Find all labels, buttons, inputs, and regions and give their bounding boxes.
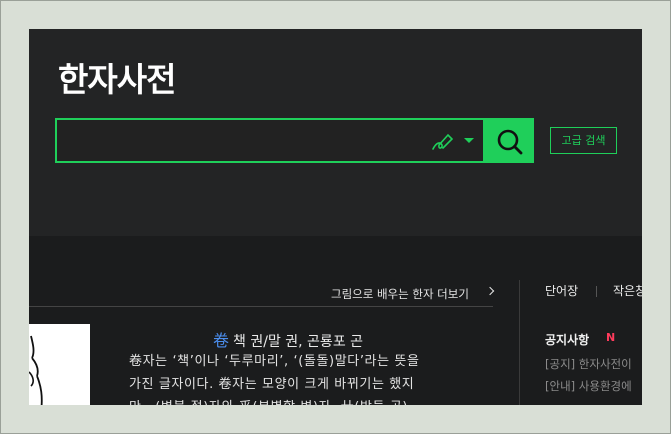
notice-item[interactable]: [안내] 사용환경에 [545, 378, 632, 394]
picture-learn-more-link[interactable]: 그림으로 배우는 한자 더보기 [331, 286, 469, 302]
tab-separator [596, 286, 597, 297]
handwriting-input-icon[interactable] [430, 131, 456, 153]
hanja-illustration[interactable] [29, 324, 90, 405]
search-box [55, 118, 485, 163]
search-input[interactable] [63, 126, 427, 158]
tab-small-window[interactable]: 작은창 [613, 282, 642, 299]
chevron-right-icon [485, 286, 495, 296]
divider [29, 306, 493, 307]
advanced-search-button[interactable]: 고급 검색 [550, 127, 617, 154]
new-badge: N [606, 331, 616, 344]
hanja-headword[interactable]: 卷책 권/말 권, 곤룡포 곤 [213, 327, 363, 351]
header: 한자사전 고급 검색 [29, 29, 642, 236]
hanja-drawing-icon [29, 335, 43, 405]
app-viewport: 한자사전 고급 검색 그림으로 배우는 한자 더보기 卷 책 권/말 권, 곤룡… [29, 29, 642, 405]
notice-item[interactable]: [공지] 한자사전이 [545, 356, 632, 372]
search-icon [497, 129, 523, 155]
tab-wordbook[interactable]: 단어장 [545, 282, 578, 299]
page-title[interactable]: 한자사전 [58, 53, 176, 101]
hanja-meanings: 책 권/말 권, 곤룡포 곤 [233, 334, 364, 350]
hanja-character[interactable]: 卷 [213, 331, 229, 350]
sidebar-divider [519, 280, 520, 405]
description-line: 만 ␣(변불 절)자와 釆(분별할 변)자, 廾(받들 공) [129, 396, 479, 405]
description-line: 가진 글자이다. 卷자는 모양이 크게 바뀌기는 했지 [129, 377, 415, 392]
main-content: 그림으로 배우는 한자 더보기 卷책 권/말 권, 곤룡포 곤 卷자는 ‘책’이… [29, 236, 642, 405]
search-button[interactable] [485, 118, 534, 163]
chevron-down-icon[interactable] [464, 138, 474, 143]
notice-title[interactable]: 공지사항 [545, 331, 589, 348]
hanja-description: 卷자는 ‘책’이나 ‘두루마리’, ‘(돌돌)말다’라는 뜻을 가진 글자이다.… [129, 350, 479, 405]
description-line: 卷자는 ‘책’이나 ‘두루마리’, ‘(돌돌)말다’라는 뜻을 [129, 354, 420, 369]
